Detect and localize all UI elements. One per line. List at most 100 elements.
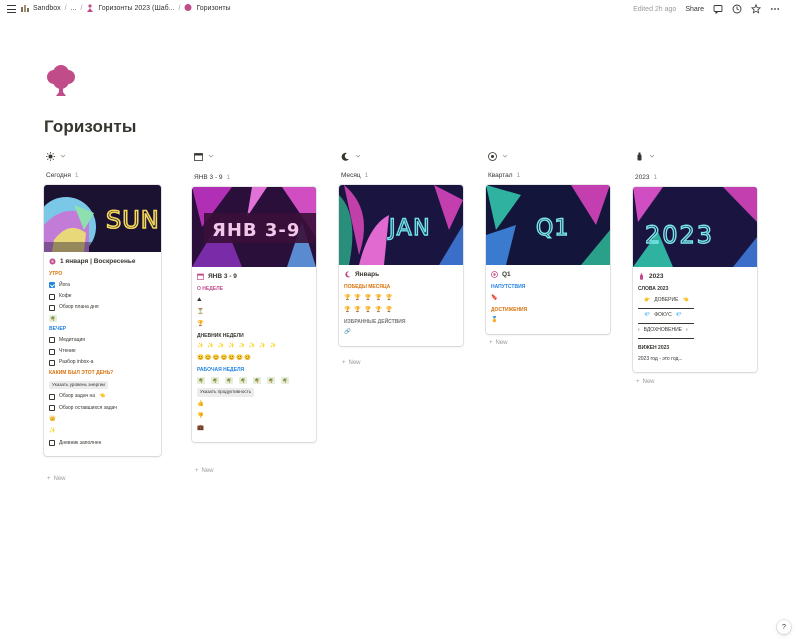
checkbox[interactable] [49,348,55,355]
view-switcher[interactable] [46,150,66,162]
vision-text: 2023 год - это год... [638,355,683,362]
view-switcher[interactable] [635,150,655,162]
crown-icon: 👑 [49,415,57,422]
todo-item[interactable]: Кофе [49,293,156,300]
new-card-button[interactable]: + New [636,379,655,385]
checkbox[interactable] [49,293,55,300]
new-card-button[interactable]: + New [342,360,361,366]
share-button[interactable]: Share [685,6,704,13]
group-count: 1 [653,174,658,181]
todo-item[interactable]: Дневник заполнен [49,440,156,447]
card-cover: SUN [44,185,161,252]
checkbox[interactable] [49,359,55,366]
view-switcher[interactable] [341,150,361,162]
crumb-sandbox[interactable]: Sandbox [33,5,61,12]
flower-icon [49,258,56,265]
todo-item[interactable]: Йога [49,282,156,289]
todo-item[interactable]: Разбор inbox-а [49,359,156,366]
plus-icon: + [47,476,51,482]
bottle-icon [640,273,643,280]
checkbox[interactable] [49,304,55,311]
chevron-left-icon: ‹ [638,327,640,334]
help-button[interactable]: ? [777,620,791,634]
person-icon [87,4,94,12]
todo-item[interactable]: Обзор плана дня [49,304,156,311]
card-title[interactable]: 1 января | Воскресенье [49,257,156,266]
group-count: 1 [364,172,369,179]
thumbs-up-icon: 👍 [197,400,205,407]
card-title[interactable]: ЯНВ 3 - 9 [197,272,311,281]
star-icon[interactable] [751,4,761,14]
board-card[interactable]: ЯНВ 3-9 ЯНВ 3 - 9 О НЕДЕЛЕ ⛰ ⏳ 🏆 ДНЕВНИК… [192,187,316,442]
card-cover: 2023 [633,187,757,267]
plus-icon: + [195,468,199,474]
view-switcher[interactable] [194,150,214,162]
trophy-row: 🏆 🏆 🏆 🏆 🏆 [344,294,394,301]
link-icon: 🔗 [344,328,352,335]
section-vision-2023: ВИЖЕН 2023 [638,345,670,352]
board-card[interactable]: 2023 2023 СЛОВА 2023 👉 ДОВЕРИЕ 👈 💎 ФОКУС 💎 ‹… [633,187,757,372]
section-work-week: РАБОЧАЯ НЕДЕЛЯ [197,366,245,373]
checkbox-checked[interactable] [49,282,55,289]
tree-icon [184,4,192,11]
sparkle-row: ✨ ✨ ✨ ✨ ✨ ✨ ✨ ✨ [197,342,278,349]
crumb-horizons-2023[interactable]: Горизонты 2023 (Шаб... [98,5,174,12]
calendar-icon [194,152,203,161]
todo-item[interactable]: Обзор оставшихся задач [49,405,156,412]
section-month-wins: ПОБЕДЫ МЕСЯЦА [344,284,391,291]
tree-icon[interactable] [44,64,78,98]
sidebar-toggle-icon[interactable] [7,5,16,13]
section-achievements: ДОСТИЖЕНИЯ [491,306,528,313]
comment-icon[interactable] [713,4,723,14]
section-guidance: НАПУТСТВИЯ [491,284,526,291]
group-name: Сегодня [46,172,71,179]
word-focus: 💎 ФОКУС 💎 [644,311,682,318]
todo-item[interactable]: Медитация [49,337,156,344]
checkbox[interactable] [49,337,55,344]
productivity-tag[interactable]: Указать продуктивность [197,388,255,397]
top-bar: Sandbox / ... / Горизонты 2023 (Шаб... /… [0,0,800,20]
new-card-button[interactable]: + New [489,340,508,346]
word-inspiration: ‹ ВДОХНОВЕНИЕ › [638,327,688,334]
group-name: Квартал [488,172,513,179]
sun-icon [46,151,55,161]
board-card[interactable]: Q1 Q1 НАПУТСТВИЯ 🔖 ДОСТИЖЕНИЯ 🏅 [486,185,610,334]
section-words-2023: СЛОВА 2023 [638,286,669,293]
cover-text: ЯНВ 3-9 [212,220,300,241]
board-card[interactable]: SUN 1 января | Воскресенье УТРО Йога Коф… [44,185,161,457]
moon-icon [341,152,349,161]
word-trust: 👉 ДОВЕРИЕ 👈 [644,296,689,303]
palm-row: 🌴 🌴 🌴 🌴 🌴 🌴 🌴 [197,377,289,385]
briefcase-icon: 💼 [197,424,205,431]
new-card-button[interactable]: + New [47,476,66,482]
cover-text: JAN [387,216,431,241]
todo-item[interactable]: Обзор задач на 👈 [49,393,156,400]
checkbox[interactable] [49,393,55,400]
group-name: 2023 [635,174,650,181]
clock-icon[interactable] [732,4,742,14]
card-title[interactable]: Январь [344,270,458,279]
checkbox[interactable] [49,405,55,412]
page-title[interactable]: Горизонты [44,117,136,137]
group-name: Месяц [341,172,361,179]
section-evening: ВЕЧЕР [49,326,67,333]
todo-item[interactable]: Чтение [49,348,156,355]
checkbox[interactable] [49,440,55,447]
crumb-ellipsis[interactable]: ... [71,5,77,12]
more-icon[interactable] [770,4,780,14]
crumb-horizons[interactable]: Горизонты [196,5,230,12]
card-title[interactable]: 2023 [638,272,752,281]
card-title[interactable]: Q1 [491,270,605,279]
plus-icon: + [342,360,346,366]
section-day-review: КАКИМ БЫЛ ЭТОТ ДЕНЬ? [49,370,114,377]
group-header: Месяц 1 [341,172,368,179]
cover-text: Q1 [536,216,569,241]
plus-icon: + [489,340,493,346]
new-card-button[interactable]: + New [195,468,214,474]
moon-icon [345,271,351,278]
trophy-icon: 🏆 [197,320,205,327]
energy-tag[interactable]: Указать уровень энергии [49,380,108,390]
edited-status: Edited 2h ago [633,5,677,13]
view-switcher[interactable] [488,150,508,162]
board-card[interactable]: JAN Январь ПОБЕДЫ МЕСЯЦА 🏆 🏆 🏆 🏆 🏆 🏆 🏆 🏆… [339,185,463,346]
